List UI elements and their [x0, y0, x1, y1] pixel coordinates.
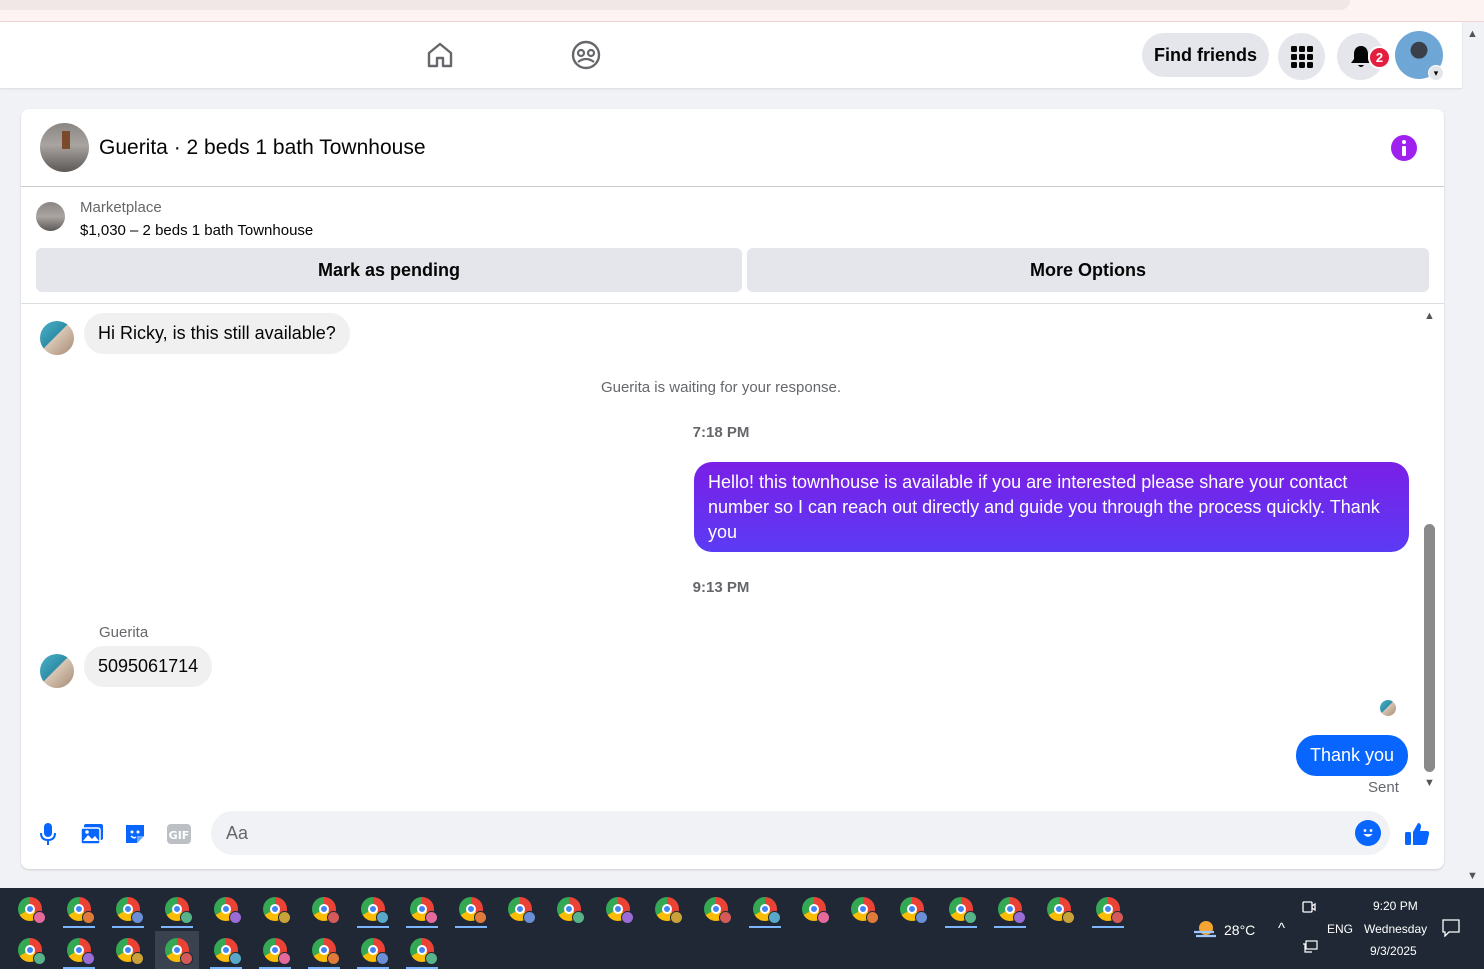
- chrome-taskbar-icon[interactable]: [57, 931, 101, 969]
- weather-icon[interactable]: [1192, 918, 1218, 945]
- chrome-taskbar-icon[interactable]: [253, 890, 297, 928]
- microphone-icon[interactable]: [33, 819, 63, 849]
- gif-icon[interactable]: GIF: [164, 819, 194, 849]
- chat-header: Guerita · 2 beds 1 bath Townhouse: [21, 109, 1444, 187]
- top-navigation-bar: Find friends 2 ▾: [0, 22, 1462, 88]
- chrome-taskbar-icon[interactable]: [155, 890, 199, 928]
- chat-panel: Guerita · 2 beds 1 bath Townhouse Market…: [21, 109, 1444, 869]
- sender-name: Guerita: [99, 624, 149, 641]
- divider: [21, 303, 1444, 304]
- chrome-taskbar-icon[interactable]: [1037, 890, 1081, 928]
- language-indicator[interactable]: ENG: [1327, 922, 1353, 936]
- chat-title[interactable]: Guerita · 2 beds 1 bath Townhouse: [99, 136, 426, 160]
- timestamp: 9:13 PM: [692, 579, 750, 596]
- clock-date[interactable]: 9/3/2025: [1370, 944, 1417, 958]
- incoming-message: 5095061714: [84, 646, 213, 687]
- browser-top-strip: [0, 0, 1484, 22]
- sender-avatar[interactable]: [40, 321, 74, 355]
- groups-icon[interactable]: [566, 35, 606, 75]
- clock-day[interactable]: Wednesday: [1364, 922, 1427, 936]
- more-options-button[interactable]: More Options: [747, 248, 1429, 292]
- read-receipt-avatar: [1380, 700, 1396, 716]
- message-scroll-down-arrow[interactable]: ▼: [1424, 777, 1435, 789]
- message-input[interactable]: Aa: [211, 811, 1390, 855]
- browser-top-strip-inner: [0, 0, 1350, 10]
- find-friends-button[interactable]: Find friends: [1142, 33, 1269, 77]
- photo-icon[interactable]: [77, 819, 107, 849]
- sender-avatar[interactable]: [40, 654, 74, 688]
- chrome-taskbar-icon[interactable]: [57, 890, 101, 928]
- mark-as-pending-button[interactable]: Mark as pending: [36, 248, 742, 292]
- timestamp: 7:18 PM: [692, 424, 750, 441]
- chrome-taskbar-icon[interactable]: [106, 890, 150, 928]
- chrome-taskbar-icon[interactable]: [204, 890, 248, 928]
- listing-summary[interactable]: $1,030 – 2 beds 1 bath Townhouse: [80, 222, 313, 239]
- chevron-down-icon[interactable]: ▾: [1428, 65, 1444, 81]
- chrome-taskbar-icon[interactable]: [302, 931, 346, 969]
- chrome-taskbar-icon[interactable]: [939, 890, 983, 928]
- info-icon[interactable]: [1391, 135, 1417, 161]
- weather-temperature[interactable]: 28°C: [1224, 922, 1255, 938]
- chrome-taskbar-icon[interactable]: [449, 890, 493, 928]
- message-scroll-up-arrow[interactable]: ▲: [1424, 310, 1435, 322]
- chrome-taskbar-icon[interactable]: [400, 890, 444, 928]
- marketplace-label: Marketplace: [80, 199, 162, 216]
- chrome-taskbar-icon[interactable]: [743, 890, 787, 928]
- outgoing-message: Thank you: [1296, 735, 1409, 776]
- windows-taskbar: 28°C ^ ENG 9:20 PM Wednesday 9/3/2025: [0, 888, 1484, 969]
- chrome-taskbar-icon[interactable]: [351, 931, 395, 969]
- chrome-taskbar-icon[interactable]: [302, 890, 346, 928]
- menu-grid-icon[interactable]: [1278, 33, 1325, 80]
- page-scroll-down-arrow[interactable]: ▼: [1467, 870, 1478, 882]
- notification-count-badge: 2: [1368, 46, 1391, 69]
- chrome-taskbar-icon[interactable]: [204, 931, 248, 969]
- network-icon[interactable]: [1302, 940, 1318, 959]
- svg-text:GIF: GIF: [169, 829, 190, 842]
- chrome-taskbar-icon[interactable]: [8, 931, 52, 969]
- chevron-up-icon[interactable]: ^: [1278, 920, 1285, 937]
- listing-avatar[interactable]: [40, 123, 89, 172]
- message-list: Hi Ricky, is this still available? Gueri…: [21, 305, 1421, 803]
- chrome-taskbar-icon[interactable]: [694, 890, 738, 928]
- chrome-taskbar-icon[interactable]: [106, 931, 150, 969]
- message-scrollbar-thumb[interactable]: [1424, 524, 1435, 772]
- chrome-taskbar-icon[interactable]: [792, 890, 836, 928]
- chrome-taskbar-icon[interactable]: [596, 890, 640, 928]
- chrome-taskbar-icon[interactable]: [988, 890, 1032, 928]
- chrome-taskbar-icon[interactable]: [1086, 890, 1130, 928]
- chrome-taskbar-icon[interactable]: [400, 931, 444, 969]
- emoji-icon[interactable]: [1355, 820, 1381, 846]
- clock-time[interactable]: 9:20 PM: [1373, 899, 1418, 913]
- chrome-taskbar-icon[interactable]: [351, 890, 395, 928]
- chrome-taskbar-icon[interactable]: [890, 890, 934, 928]
- sent-status: Sent: [1368, 779, 1399, 796]
- notification-center-icon[interactable]: [1442, 919, 1460, 942]
- waiting-note: Guerita is waiting for your response.: [600, 379, 842, 396]
- page-scroll-up-arrow[interactable]: ▲: [1467, 28, 1478, 40]
- marketplace-listing-thumbnail[interactable]: [36, 202, 65, 231]
- chrome-taskbar-icon[interactable]: [8, 890, 52, 928]
- chrome-taskbar-icon[interactable]: [155, 931, 199, 969]
- chrome-taskbar-icon[interactable]: [547, 890, 591, 928]
- chrome-taskbar-icon[interactable]: [841, 890, 885, 928]
- home-icon[interactable]: [420, 35, 460, 75]
- meet-now-icon[interactable]: [1302, 900, 1316, 919]
- chrome-taskbar-icon[interactable]: [253, 931, 297, 969]
- sticker-icon[interactable]: [120, 819, 150, 849]
- like-thumbs-up-icon[interactable]: [1402, 819, 1432, 849]
- chrome-taskbar-icon[interactable]: [498, 890, 542, 928]
- outgoing-message: Hello! this townhouse is available if yo…: [694, 462, 1409, 552]
- chrome-taskbar-icon[interactable]: [645, 890, 689, 928]
- incoming-message: Hi Ricky, is this still available?: [84, 313, 350, 354]
